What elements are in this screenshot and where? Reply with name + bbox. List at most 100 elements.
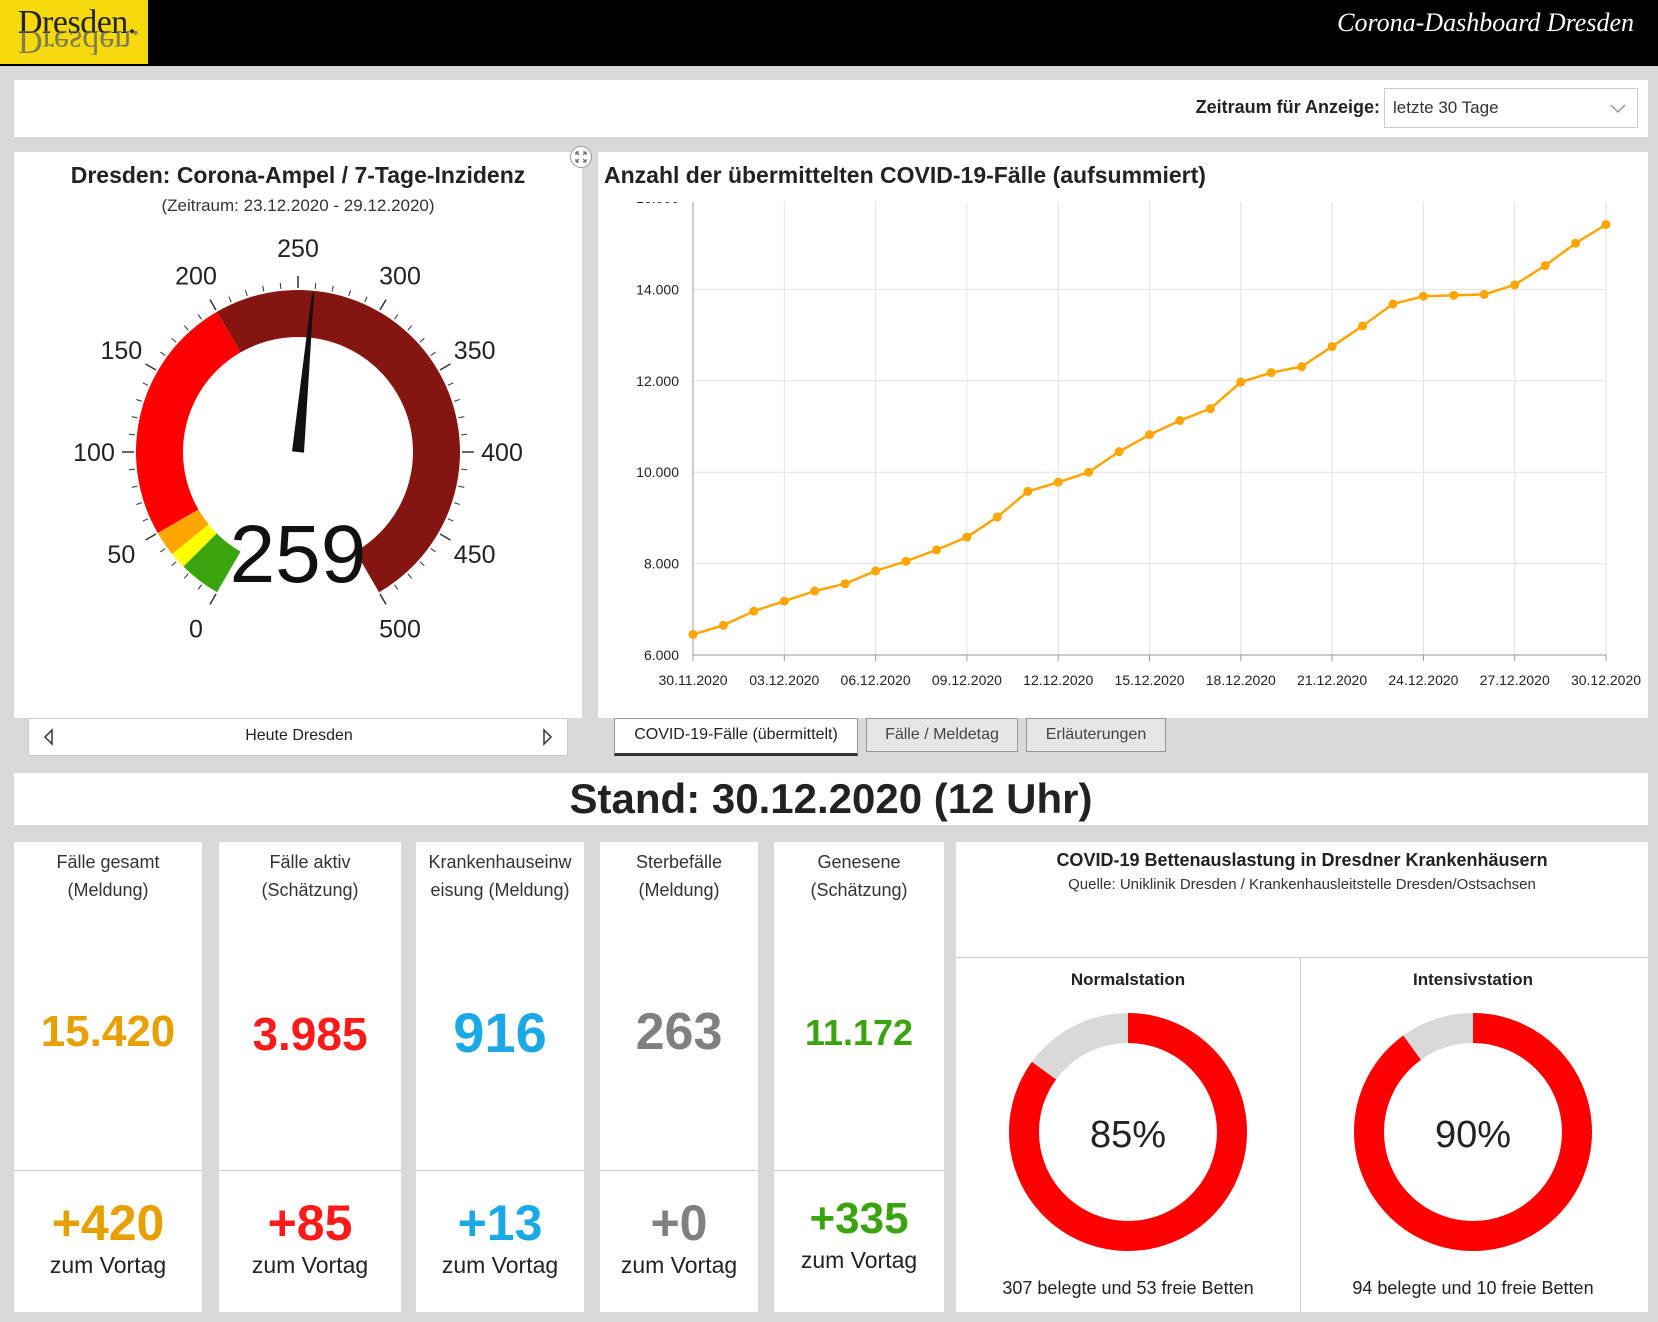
gauge-tick [128,468,135,471]
y-tick-label: 8.000 [644,556,679,572]
incidence-gauge-panel: Dresden: Corona-Ampel / 7-Tage-Inzidenz … [14,152,582,718]
stat-value: 11.172 [804,1012,914,1053]
gauge-tick [453,398,460,402]
x-tick-label: 12.12.2020 [1023,672,1093,688]
gauge-tick [430,547,436,553]
stat-label: Fälle aktiv (Schätzung) [261,852,359,900]
gauge-tick [447,382,454,386]
stat-delta: +13 [457,1195,543,1251]
stat-divider [219,1170,401,1171]
gauge-tick [209,299,217,311]
y-tick-label: 14.000 [636,281,679,297]
data-point [1571,238,1581,248]
gauge-tick [314,282,317,289]
gauge-tick [393,314,399,320]
gauge-tick [145,533,157,541]
expand-icon[interactable] [570,146,592,168]
gauge-tick [183,573,189,579]
stat-card-deaths: Sterbefälle (Meldung) 263 +0 zum Vortag [600,842,758,1312]
stat-value: 15.420 [40,1007,176,1056]
stat-card-total-cases: Fälle gesamt (Meldung) 15.420 +420 zum V… [14,842,202,1312]
normal-ward-card: Normalstation 85% 307 belegte und 53 fre… [956,958,1300,1312]
data-point [779,596,789,606]
x-tick-label: 03.12.2020 [749,672,819,688]
intensive-ward-card: Intensivstation 90% 94 belegte und 10 fr… [1301,958,1645,1312]
bed-occupancy-panel: COVID-19 Bettenauslastung in Dresdner Kr… [956,842,1648,1312]
gauge-tick [364,296,368,303]
data-point [1479,289,1489,299]
gauge-tick [407,573,413,579]
x-tick-label: 27.12.2020 [1480,672,1550,688]
x-tick-label: 15.12.2020 [1114,672,1184,688]
gauge-tick [461,433,468,436]
gauge-tick-label: 250 [277,235,319,263]
gauge-tick [439,533,451,541]
tab-cases-per-day[interactable]: Fälle / Meldetag [866,718,1018,752]
gauge-tick [183,325,189,331]
data-point [1327,342,1337,352]
data-point [1145,430,1154,440]
y-tick-label: 10.000 [636,464,679,480]
stat-delta: +0 [650,1195,708,1251]
period-select[interactable]: letzte 30 Tage [1384,88,1638,128]
data-point [840,579,850,589]
x-tick-label: 30.11.2020 [658,672,727,688]
gauge-tick [458,416,465,419]
data-point [1540,261,1550,271]
stat-divider [416,1170,584,1171]
gauge-tick-label: 100 [73,439,115,467]
ward-name: Normalstation [1070,970,1186,989]
data-point [1236,377,1246,387]
stat-delta-label: zum Vortag [800,1247,918,1273]
stat-label: Sterbefälle (Meldung) [635,852,723,900]
gauge-tick [160,351,166,357]
gauge-tick [419,337,425,343]
x-tick-label: 30.12.2020 [1571,672,1641,688]
x-tick-label: 09.12.2020 [932,672,1002,688]
ward-percent: 85% [1089,1114,1167,1156]
gauge-tick [136,398,143,402]
cumulative-cases-chart: 6.000 8.000 10.000 12.000 14.000 16.000 30.11.… [636,202,1641,688]
period-label: Zeitraum für Anzeige: [1195,97,1380,117]
gauge-tick [331,285,334,292]
x-tick-label: 21.12.2020 [1297,672,1367,688]
gauge-tick [128,433,135,436]
gauge-tick [160,547,166,553]
tab-covid-cases[interactable]: COVID-19-Fälle (übermittelt) [614,718,858,756]
data-point [1510,280,1520,290]
gauge-value: 259 [230,509,367,600]
dresden-logo[interactable]: Dresden. Dresden. [0,0,148,64]
gauge-tick-label: 450 [454,541,496,569]
gauge-tick-label: 500 [379,616,421,644]
gauge-tick [393,584,399,590]
data-point [1449,290,1459,300]
data-point [718,620,728,630]
gauge-tick-label: 50 [107,541,135,569]
status-date: Stand: 30.12.2020 (12 Uhr) [14,773,1648,825]
data-point [1084,467,1094,477]
gauge-tick [279,282,282,289]
gauge-tick [131,416,138,419]
gauge-tick [447,518,454,522]
stat-delta-label: zum Vortag [441,1252,559,1278]
stat-delta: +420 [51,1195,165,1251]
next-arrow-icon[interactable] [537,727,557,747]
gauge-tick-label: 300 [379,262,421,290]
y-tick-label: 12.000 [636,373,679,389]
chevron-down-icon [1610,104,1626,114]
data-point [1418,291,1428,301]
gauge-tick [348,290,352,297]
ward-name: Intensivstation [1413,970,1533,989]
tab-explanations[interactable]: Erläuterungen [1026,718,1166,752]
gauge-tick [262,285,265,292]
data-point [1205,404,1215,414]
data-point [931,545,941,555]
y-tick-label: 6.000 [644,647,679,663]
stat-delta-label: zum Vortag [251,1252,369,1278]
stat-value: 3.985 [252,1008,368,1060]
cumulative-cases-chart-panel: Anzahl der übermittelten COVID-19-Fälle … [598,152,1648,718]
gauge-tick [197,314,203,320]
gauge-tick [461,468,468,471]
stat-card-hospitalizations: Krankenhauseinw eisung (Meldung) 916 +13… [416,842,584,1312]
y-tick-label: 16.000 [636,202,679,206]
